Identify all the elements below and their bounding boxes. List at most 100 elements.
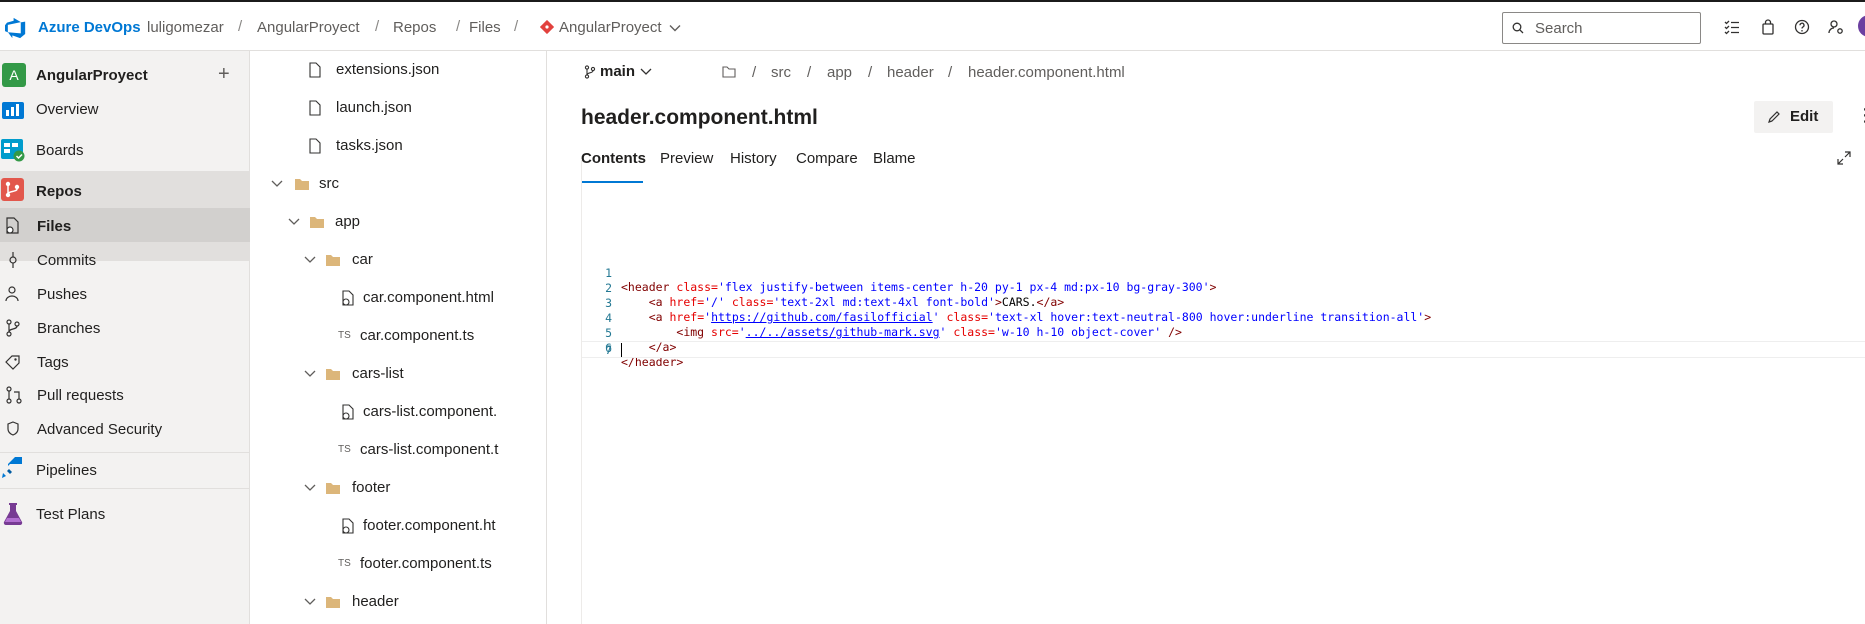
shopping-bag-icon[interactable] [1759,18,1777,36]
tree-item-label: tasks.json [336,137,403,154]
nav-item-tags[interactable]: Tags [0,353,250,373]
path-crumb-header[interactable]: header [887,64,934,81]
nav-item-label: Files [37,218,72,235]
tree-item-label: src [319,175,339,192]
folder-icon [295,179,309,190]
html-file-icon [342,518,354,534]
tree-item-cars-list-component-html[interactable]: cars-list.component. [250,393,546,431]
tree-item-footer[interactable]: footer [250,469,546,507]
nav-item-label: Branches [37,320,101,337]
code-editor[interactable]: 1 <header class='flex justify-between it… [581,159,1865,624]
branch-icon [584,65,596,79]
tree-item-header[interactable]: header [250,583,546,621]
chevron-down-icon[interactable] [288,217,300,227]
breadcrumb-section[interactable]: Repos [393,19,436,36]
path-crumb-file[interactable]: header.component.html [968,64,1125,81]
chevron-down-icon[interactable] [271,179,283,189]
files-icon [6,217,19,234]
brand-name[interactable]: Azure DevOps [38,19,141,36]
checklist-icon[interactable] [1723,18,1741,36]
breadcrumb-org[interactable]: luligomezar [147,19,224,36]
project-name[interactable]: AngularProyect [36,67,148,84]
breadcrumb-page[interactable]: Files [469,19,501,36]
tree-item-cars-list[interactable]: cars-list [250,355,546,393]
folder-outline-icon[interactable] [722,66,736,78]
nav-item-test-plans[interactable]: Test Plans [0,488,250,528]
tree-item-label: header [352,593,399,610]
chevron-down-icon[interactable] [304,255,316,265]
tree-item-car[interactable]: car [250,241,546,279]
pull-requests-icon [6,386,22,404]
branches-icon [6,319,20,337]
nav-item-pull-requests[interactable]: Pull requests [0,386,250,406]
git-repo-icon [540,20,554,34]
path-separator: / [752,64,757,81]
tree-item-tasks-json[interactable]: tasks.json [250,127,546,165]
nav-item-overview[interactable]: Overview [0,99,250,123]
avatar[interactable] [1858,15,1865,37]
tree-item-footer-component-ts[interactable]: TS footer.component.ts [250,545,546,583]
edit-button-label: Edit [1790,108,1819,125]
breadcrumb-separator: / [514,18,519,35]
test-plans-icon [3,503,23,525]
help-icon[interactable] [1793,18,1811,36]
code-line-current: 7 [582,341,1865,358]
search-input[interactable]: Search [1502,12,1701,44]
nav-item-boards[interactable]: Boards [0,137,250,165]
overview-icon [2,102,24,119]
repo-selector[interactable]: AngularProyect [559,19,662,36]
user-settings-icon[interactable] [1827,18,1845,36]
edit-button[interactable]: Edit [1754,101,1833,133]
code-line: 5 </a> [582,312,1865,354]
pushes-icon [5,286,19,302]
tree-item-src[interactable]: src [250,165,546,203]
more-options-icon[interactable]: ⋮ [1856,105,1865,126]
tree-item-label: car [352,251,373,268]
code-line: 6 </header> [582,327,1865,369]
tree-item-app[interactable]: app [250,203,546,241]
nav-item-branches[interactable]: Branches [0,319,250,339]
chevron-down-icon[interactable] [304,369,316,379]
path-crumb-app[interactable]: app [827,64,852,81]
project-header[interactable]: A AngularProyect + [0,61,250,91]
tree-item-label: cars-list.component. [363,403,498,420]
breadcrumb-project[interactable]: AngularProyect [257,19,360,36]
tree-item-launch-json[interactable]: launch.json [250,89,546,127]
tree-item-label: car.component.html [363,289,494,306]
project-avatar: A [2,63,26,87]
search-placeholder: Search [1535,20,1583,37]
path-crumb-src[interactable]: src [771,64,791,81]
tree-item-label: footer [352,479,391,496]
tree-item-car-component-html[interactable]: car.component.html [250,279,546,317]
nav-item-label: Overview [36,101,99,118]
path-separator: / [807,64,812,81]
nav-item-commits[interactable]: Commits [0,251,250,271]
tree-item-label: footer.component.ht [363,517,496,534]
tree-item-car-component-ts[interactable]: TS car.component.ts [250,317,546,355]
nav-item-files[interactable]: Files [0,217,250,237]
chevron-down-icon[interactable] [304,597,316,607]
nav-item-repos[interactable]: Repos [0,177,250,205]
nav-item-pushes[interactable]: Pushes [0,285,250,305]
nav-item-label: Pipelines [36,462,97,479]
typescript-file-icon: TS [338,444,351,455]
tree-item-extensions-json[interactable]: extensions.json [250,51,546,89]
file-icon [309,100,321,116]
chevron-down-icon[interactable] [304,483,316,493]
breadcrumb-separator: / [238,18,243,35]
folder-icon [326,369,340,380]
pencil-icon [1768,111,1780,123]
azure-devops-logo-icon[interactable] [5,17,27,39]
tree-item-cars-list-component-ts[interactable]: TS cars-list.component.t [250,431,546,469]
tree-item-footer-component-html[interactable]: footer.component.ht [250,507,546,545]
nav-item-label: Commits [37,252,97,269]
text-cursor [621,343,622,357]
chevron-down-icon[interactable] [668,21,682,35]
branch-selector[interactable]: main [584,59,664,87]
chevron-down-icon [640,68,652,75]
path-separator: / [948,64,953,81]
nav-item-pipelines[interactable]: Pipelines [0,452,250,480]
top-bar: Azure DevOps luligomezar / AngularProyec… [0,0,1865,51]
nav-item-advanced-security[interactable]: Advanced Security [0,420,250,440]
add-icon[interactable]: + [218,63,230,86]
